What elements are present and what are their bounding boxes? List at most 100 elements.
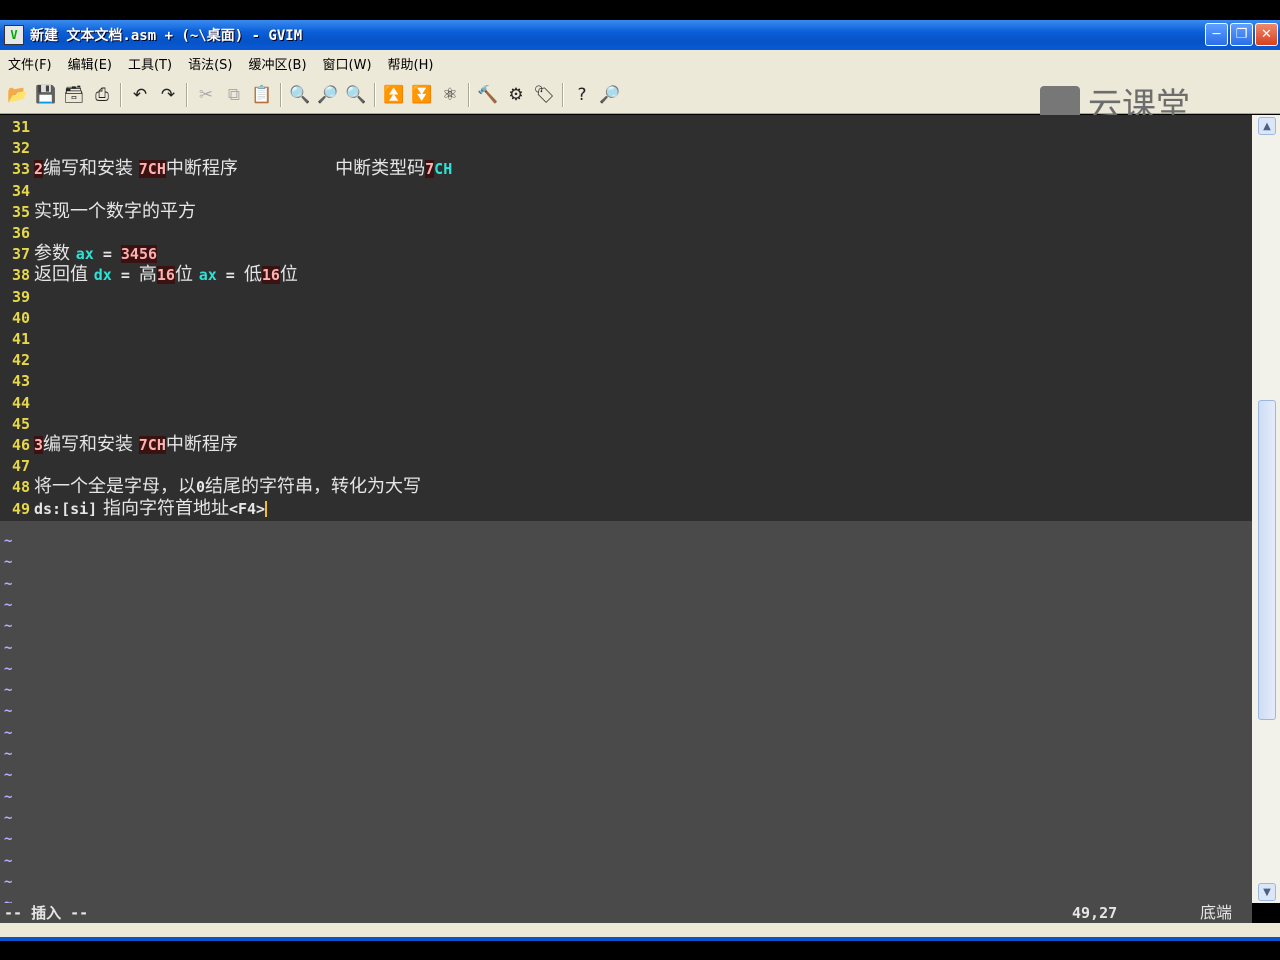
empty-line-marker: ~ (4, 703, 13, 720)
open-icon[interactable]: 📂 (4, 81, 32, 109)
print-icon[interactable]: ⎙ (88, 81, 116, 109)
scroll-down-icon[interactable]: ▼ (1258, 883, 1276, 901)
menu-window[interactable]: 窗口(W) (315, 54, 380, 73)
find-next-icon[interactable]: 🔎 (314, 81, 342, 109)
editor-line[interactable]: 34 (0, 180, 34, 201)
empty-line-marker: ~ (4, 746, 13, 762)
editor-line[interactable]: 36 (0, 222, 34, 243)
line-text: 7CH (138, 436, 166, 454)
line-number: 46 (12, 436, 31, 454)
line-text: 0 (196, 478, 206, 497)
tag-icon[interactable]: 🏷 (530, 81, 558, 109)
editor-line[interactable]: 43 (0, 370, 34, 391)
text-buffer[interactable]: 31 32 33 2编写和安装 7CH中断程序 中断类型码7CH 34 35 实现一个数字的… (0, 115, 1252, 521)
editor-area[interactable]: 31 32 33 2编写和安装 7CH中断程序 中断类型码7CH 34 35 实现一个数字的… (0, 115, 1252, 903)
line-number: 38 (12, 266, 31, 285)
window-controls: ─ ❐ ✕ (1205, 23, 1278, 46)
editor-line[interactable]: 37 参数 ax = 3456 (0, 243, 158, 265)
redo-icon[interactable]: ↷ (154, 81, 182, 109)
line-text: 编写和安装 (43, 158, 139, 180)
editor-line[interactable]: 31 (0, 116, 34, 137)
minimize-button[interactable]: ─ (1205, 23, 1228, 46)
line-number: 47 (12, 457, 31, 476)
line-text: 2 (34, 160, 44, 179)
cut-icon[interactable]: ✂ (192, 81, 220, 109)
line-text: 中断程序 (165, 434, 238, 455)
line-text: 16 (261, 266, 280, 285)
status-line: -- 插入 -- 49,27 底端 (0, 903, 1252, 923)
make-icon[interactable]: 🔨 (474, 81, 502, 109)
scroll-thumb[interactable] (1258, 400, 1276, 720)
run-script-icon[interactable]: ⚛ (436, 81, 464, 109)
maximize-button[interactable]: ❐ (1230, 23, 1253, 46)
line-number: 43 (12, 372, 31, 391)
find-prev-icon[interactable]: 🔍 (342, 81, 370, 109)
line-text: 3456 (120, 245, 158, 264)
empty-line-marker: ~ (4, 767, 13, 784)
line-text: 7CH (138, 160, 166, 179)
find-replace-icon[interactable]: 🔍 (286, 81, 314, 109)
window-title: 新建 文本文档.asm + (~\桌面) - GVIM (30, 28, 303, 44)
toolbar-separator (186, 82, 188, 107)
save-session-icon[interactable]: ⏬ (408, 81, 436, 109)
line-text: ds:[si] (34, 499, 98, 518)
line-text: 高 (138, 264, 157, 286)
editor-line[interactable]: 45 (0, 413, 34, 434)
editor-line[interactable]: 48 将一个全是字母，以0结尾的字符串，转化为大写 (0, 476, 421, 497)
scroll-percent: 底端 (1200, 903, 1233, 922)
editor-line[interactable]: 46 3编写和安装 7CH中断程序 (0, 434, 238, 455)
title-bar[interactable]: V 新建 文本文档.asm + (~\桌面) - GVIM ─ ❐ ✕ (0, 20, 1280, 50)
editor-line[interactable]: 33 2编写和安装 7CH中断程序 中断类型码7CH (0, 158, 452, 179)
empty-line-marker: ~ (4, 831, 13, 848)
line-text: 指向字符首地址 (97, 497, 229, 519)
line-text: ax (75, 245, 94, 264)
copy-icon[interactable]: ⧉ (220, 81, 248, 109)
line-number: 45 (12, 414, 31, 433)
editor-line[interactable]: 41 (0, 328, 34, 349)
line-text: 编写和安装 (43, 434, 139, 455)
undo-icon[interactable]: ↶ (126, 81, 154, 109)
vim-icon[interactable]: V (4, 25, 24, 45)
editor-line[interactable]: 44 (0, 392, 34, 413)
line-text: 位 (174, 264, 199, 286)
save-all-icon[interactable]: 🗃 (60, 81, 88, 109)
empty-line-marker: ~ (4, 575, 13, 592)
line-text: 返回值 (34, 264, 94, 286)
editor-line[interactable]: 38 返回值 dx = 高16位 ax = 低16位 (0, 264, 298, 285)
editor-line[interactable]: 40 (0, 307, 34, 328)
toolbar-separator (280, 82, 282, 107)
line-number: 35 (12, 202, 31, 221)
line-text: 低 (243, 264, 262, 286)
close-button[interactable]: ✕ (1255, 23, 1278, 46)
line-text: dx (93, 266, 112, 285)
empty-line-marker: ~ (4, 596, 13, 613)
scroll-up-icon[interactable]: ▲ (1258, 117, 1276, 135)
menu-syntax[interactable]: 语法(S) (180, 54, 240, 73)
menu-bar: 文件(F) 编辑(E) 工具(T) 语法(S) 缓冲区(B) 窗口(W) 帮助(… (0, 50, 1280, 76)
shell-icon[interactable]: ⚙ (502, 81, 530, 109)
editor-line[interactable]: 35 实现一个数字的平方 (0, 201, 196, 222)
screen-bottom-strip (0, 941, 1280, 960)
help-icon[interactable]: ? (568, 81, 596, 109)
menu-tools[interactable]: 工具(T) (120, 54, 180, 73)
vertical-scrollbar[interactable]: ▲ ▼ (1252, 115, 1280, 903)
editor-line[interactable]: 47 (0, 455, 34, 476)
line-number: 31 (12, 118, 31, 136)
find-help-icon[interactable]: 🔎 (596, 81, 624, 109)
menu-help[interactable]: 帮助(H) (380, 54, 442, 73)
line-text: 参数 (34, 243, 76, 265)
menu-edit[interactable]: 编辑(E) (60, 54, 120, 73)
editor-line[interactable]: 49 ds:[si] 指向字符首地址<F4> (0, 497, 268, 519)
load-session-icon[interactable]: ⏫ (380, 81, 408, 109)
line-number: 42 (12, 351, 31, 370)
editor-line[interactable]: 39 (0, 286, 34, 307)
editor-line[interactable]: 42 (0, 349, 34, 370)
save-icon[interactable]: 💾 (32, 81, 60, 109)
line-text: 中断程序 中断类型码 (165, 158, 426, 180)
line-text: = (93, 245, 121, 264)
paste-icon[interactable]: 📋 (248, 81, 276, 109)
menu-buffers[interactable]: 缓冲区(B) (240, 54, 314, 73)
menu-file[interactable]: 文件(F) (0, 54, 60, 73)
editor-line[interactable]: 32 (0, 137, 34, 158)
line-number: 33 (12, 160, 31, 179)
